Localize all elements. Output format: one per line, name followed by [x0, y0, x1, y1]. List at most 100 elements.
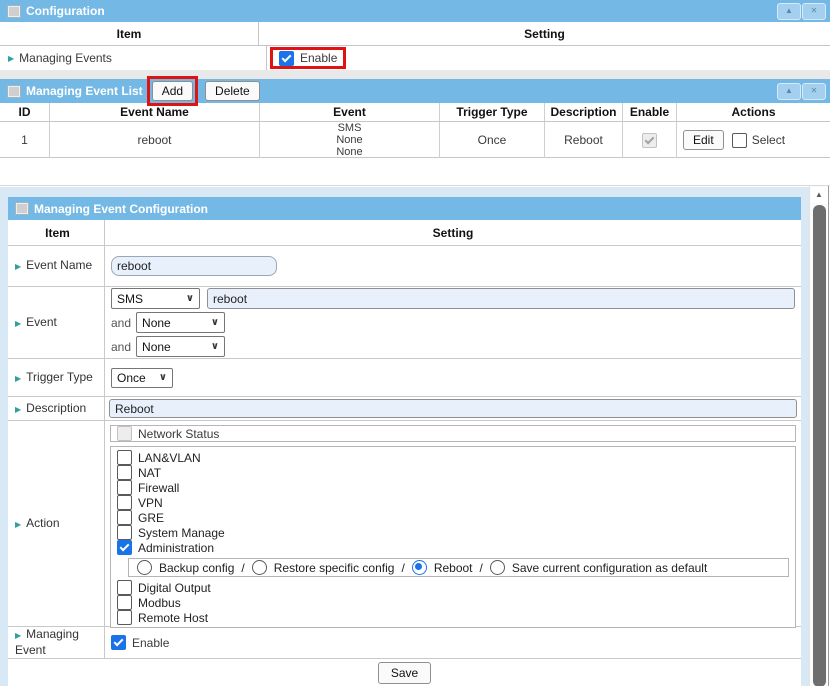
trigger-type-item: ▶ Trigger Type	[8, 359, 105, 396]
action-checkbox-label: Digital Output	[138, 581, 211, 595]
panel-title: Configuration	[26, 4, 105, 18]
network-status-box: Network Status	[110, 425, 796, 442]
chevron-down-icon: ∨	[186, 293, 194, 304]
column-header: Actions	[677, 103, 830, 121]
action-checkbox-label: Firewall	[138, 481, 179, 495]
action-checkbox-nat[interactable]	[117, 465, 132, 480]
configuration-panel: Configuration ▲ ✕ Item Setting ▶ Managin…	[0, 0, 830, 70]
save-row: Save	[8, 659, 801, 686]
bullet-icon: ▶	[15, 262, 21, 271]
column-header-item: Item	[0, 22, 259, 45]
panel-title: Managing Event List	[26, 84, 143, 98]
managing-event-label: Managing Event	[15, 627, 79, 657]
event-line: SMS	[338, 122, 362, 134]
close-button[interactable]: ✕	[802, 3, 826, 20]
event-type-select[interactable]: SMS ∨	[111, 288, 200, 309]
cell-enable	[623, 122, 677, 158]
configuration-header: Configuration ▲ ✕	[0, 0, 830, 22]
radio-restore-specific-config[interactable]	[252, 560, 267, 575]
config-form-wrapper: Managing Event Configuration Item Settin…	[0, 187, 809, 686]
scrollbar-thumb[interactable]	[813, 205, 826, 686]
bullet-icon: ▶	[15, 319, 21, 328]
action-checkbox-system-manage[interactable]	[117, 525, 132, 540]
action-checkbox-label: Modbus	[138, 596, 181, 610]
event-name-row: ▶ Event Name	[8, 246, 801, 287]
and-label: and	[111, 316, 131, 330]
action-checkbox-label: GRE	[138, 511, 164, 525]
radio-label: Save current configuration as default	[512, 561, 707, 575]
managing-event-enable-checkbox[interactable]	[111, 635, 126, 650]
bullet-icon: ▶	[8, 54, 14, 63]
bullet-icon: ▶	[15, 374, 21, 383]
trigger-type-value: Once	[117, 371, 146, 385]
event-line: None	[336, 134, 362, 146]
collapse-button[interactable]: ▲	[777, 3, 801, 20]
network-status-checkbox	[117, 426, 132, 441]
event-list-header: Managing Event List Add Delete ▲ ✕	[0, 79, 830, 103]
event-list-row: 1 reboot SMS None None Once Reboot Edit …	[0, 122, 830, 158]
radio-reboot[interactable]	[412, 560, 427, 575]
row-enable-checkbox	[642, 133, 657, 148]
event-name-label: Event Name	[26, 258, 92, 272]
trigger-type-row: ▶ Trigger Type Once ∨	[8, 359, 801, 397]
action-checkbox-vpn[interactable]	[117, 495, 132, 510]
separator: /	[401, 561, 404, 575]
frame-border	[828, 186, 829, 686]
event-and2-value: None	[142, 340, 171, 354]
event-and2-select[interactable]: None ∨	[136, 336, 225, 357]
network-status-label: Network Status	[138, 427, 219, 441]
action-checkbox-label: VPN	[138, 496, 163, 510]
configuration-table-header: Item Setting	[0, 22, 830, 46]
action-checkbox-label: LAN&VLAN	[138, 451, 201, 465]
action-checkbox-label: NAT	[138, 466, 161, 480]
action-checkbox-administration[interactable]	[117, 540, 132, 555]
scroll-up-button[interactable]: ▲	[811, 187, 827, 203]
description-item: ▶Description	[8, 397, 105, 420]
event-and1-select[interactable]: None ∨	[136, 312, 225, 333]
collapse-button[interactable]: ▲	[777, 83, 801, 100]
close-button[interactable]: ✕	[802, 83, 826, 100]
radio-backup-config[interactable]	[137, 560, 152, 575]
edit-button[interactable]: Edit	[683, 130, 724, 150]
scroll-up-icon: ▲	[815, 190, 823, 199]
bullet-icon: ▶	[15, 405, 21, 414]
cell-event: SMS None None	[260, 122, 440, 158]
action-checkbox-lan-vlan[interactable]	[117, 450, 132, 465]
event-list-panel: Managing Event List Add Delete ▲ ✕ ID Ev…	[0, 79, 830, 158]
column-header: Description	[545, 103, 623, 121]
cell-description: Reboot	[545, 122, 623, 158]
cell-id: 1	[0, 122, 50, 158]
add-button[interactable]: Add	[152, 81, 193, 101]
description-row: ▶Description	[8, 397, 801, 421]
action-checkbox-label: Administration	[138, 541, 214, 555]
action-checkbox-modbus[interactable]	[117, 595, 132, 610]
bullet-icon: ▶	[15, 631, 21, 640]
trigger-type-label: Trigger Type	[26, 370, 93, 384]
action-item: ▶Action	[8, 421, 105, 626]
column-header-setting: Setting	[105, 220, 801, 245]
cell-event-name: reboot	[50, 122, 260, 158]
administration-options-box: Backup config / Restore specific config …	[128, 558, 789, 577]
trigger-type-select[interactable]: Once ∨	[111, 368, 173, 388]
panel-icon	[16, 203, 28, 214]
action-label: Action	[26, 516, 59, 530]
managing-event-item: ▶Managing Event	[8, 627, 105, 658]
description-input[interactable]	[109, 399, 797, 418]
delete-button[interactable]: Delete	[205, 81, 260, 101]
action-checkbox-digital-output[interactable]	[117, 580, 132, 595]
managing-events-enable-checkbox[interactable]	[279, 51, 294, 66]
column-header: Trigger Type	[440, 103, 545, 121]
collapse-icon: ▲	[785, 86, 793, 95]
panel-icon	[8, 86, 20, 97]
save-button[interactable]: Save	[378, 662, 431, 684]
event-sms-input[interactable]	[207, 288, 795, 309]
event-name-input[interactable]	[111, 256, 277, 276]
highlight-box-add: Add	[147, 76, 198, 106]
event-list-table-header: ID Event Name Event Trigger Type Descrip…	[0, 103, 830, 122]
action-checkbox-gre[interactable]	[117, 510, 132, 525]
action-checkbox-firewall[interactable]	[117, 480, 132, 495]
action-checkbox-remote-host[interactable]	[117, 610, 132, 625]
row-select-checkbox[interactable]	[732, 133, 747, 148]
radio-label: Restore specific config	[274, 561, 395, 575]
radio-save-current-configuration[interactable]	[490, 560, 505, 575]
